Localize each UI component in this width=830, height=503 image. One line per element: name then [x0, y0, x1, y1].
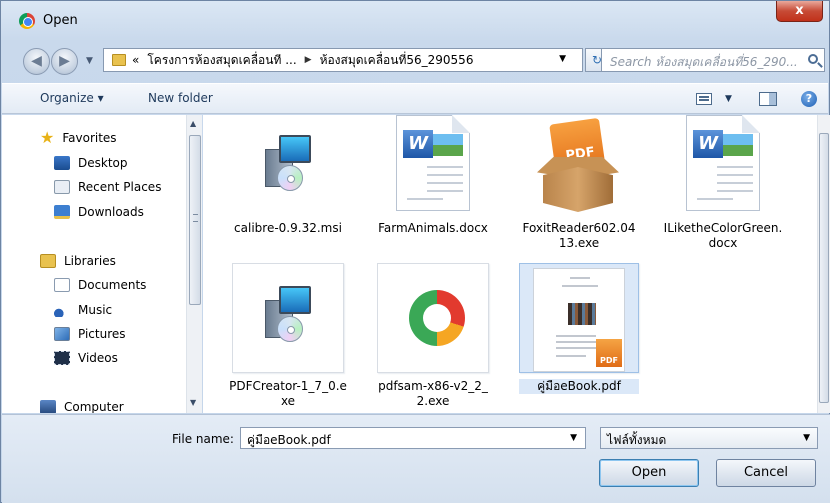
pictures-icon: [54, 327, 70, 341]
pdfsam-icon: [377, 263, 489, 373]
breadcrumb-parent[interactable]: โครงการห้องสมุดเคลื่อนที ...: [147, 51, 296, 70]
file-name: FarmAnimals.docx: [378, 221, 488, 235]
title-bar: Open x: [1, 1, 829, 39]
file-name: calibre-0.9.32.msi: [234, 221, 342, 235]
address-bar[interactable]: « โครงการห้องสมุดเคลื่อนที ... ▶ ห้องสมุ…: [103, 48, 583, 72]
open-button[interactable]: Open: [599, 459, 699, 487]
nav-videos[interactable]: Videos: [54, 351, 118, 365]
documents-icon: [54, 278, 70, 292]
file-list-scroll-thumb[interactable]: [819, 133, 829, 403]
nav-scrollbar[interactable]: ▲ ▼: [186, 115, 202, 413]
foxit-icon: [519, 115, 639, 215]
word-document-icon: W: [378, 115, 488, 215]
file-name: PDFCreator-1_7_0.exe: [229, 379, 347, 408]
music-icon: [54, 303, 70, 317]
open-dialog: Open x ◀ ▶ ▼ « โครงการห้องสมุดเคลื่อนที …: [0, 0, 830, 503]
navigation-pane: ★ Favorites Desktop Recent Places Downlo…: [2, 115, 202, 413]
folder-icon: [112, 54, 126, 66]
scroll-up-icon[interactable]: ▲: [190, 119, 196, 128]
help-icon[interactable]: ?: [801, 91, 817, 107]
libraries-icon: [40, 254, 56, 268]
file-name-label: File name:: [172, 432, 234, 446]
nav-recent-places[interactable]: Recent Places: [54, 180, 161, 194]
videos-icon: [54, 351, 70, 365]
nav-documents[interactable]: Documents: [54, 278, 146, 292]
organize-button[interactable]: Organize ▾: [40, 91, 104, 105]
window-title: Open: [43, 13, 78, 28]
file-name: คู่มือeBook.pdf: [519, 379, 639, 394]
installer-icon: [232, 263, 344, 373]
file-item[interactable]: PDFCreator-1_7_0.exe: [228, 263, 348, 409]
file-name-value: คู่มือeBook.pdf: [247, 433, 331, 447]
downloads-icon: [54, 205, 70, 219]
nav-desktop[interactable]: Desktop: [54, 156, 128, 170]
breadcrumb-overflow[interactable]: «: [132, 53, 139, 67]
nav-pictures[interactable]: Pictures: [54, 327, 126, 341]
recent-locations-dropdown[interactable]: ▼: [86, 56, 93, 66]
nav-music[interactable]: Music: [54, 303, 112, 317]
file-name-input[interactable]: คู่มือeBook.pdf ▼: [240, 427, 586, 449]
search-icon[interactable]: [808, 54, 818, 64]
file-item[interactable]: pdfsam-x86-v2_2_2.exe: [373, 263, 493, 409]
file-item[interactable]: calibre-0.9.32.msi: [228, 115, 348, 236]
nav-computer[interactable]: Computer: [40, 400, 124, 413]
nav-scroll-thumb[interactable]: [189, 135, 201, 305]
file-name: FoxitReader602.0413.exe: [522, 221, 636, 250]
file-item[interactable]: W FarmAnimals.docx: [373, 115, 493, 236]
file-list-scrollbar[interactable]: [817, 115, 830, 413]
star-icon: ★: [40, 128, 55, 147]
chrome-icon: [19, 13, 35, 29]
file-name: ILiketheColorGreen.docx: [663, 221, 783, 250]
file-type-select[interactable]: ไฟล์ทั้งหมด ▼: [600, 427, 818, 449]
preview-pane-icon[interactable]: [759, 92, 777, 106]
file-item-selected[interactable]: PDF คู่มือeBook.pdf: [519, 263, 639, 394]
cancel-button[interactable]: Cancel: [716, 459, 816, 487]
search-placeholder: Search ห้องสมุดเคลื่อนที่56_290...: [610, 55, 798, 69]
search-input[interactable]: Search ห้องสมุดเคลื่อนที่56_290...: [601, 48, 825, 72]
installer-icon: [233, 115, 343, 215]
view-options-dropdown[interactable]: ▼: [725, 94, 732, 104]
desktop-icon: [54, 156, 70, 170]
chevron-down-icon[interactable]: ▼: [559, 54, 566, 64]
word-document-icon: W: [668, 115, 778, 215]
chevron-right-icon[interactable]: ▶: [305, 55, 312, 65]
back-button[interactable]: ◀: [23, 48, 50, 75]
scroll-down-icon[interactable]: ▼: [190, 398, 196, 407]
file-list: calibre-0.9.32.msi W FarmAnimals.docx Fo…: [203, 115, 817, 413]
change-view-icon[interactable]: [696, 93, 712, 105]
file-type-value: ไฟล์ทั้งหมด: [607, 433, 667, 447]
file-item[interactable]: FoxitReader602.0413.exe: [519, 115, 639, 251]
forward-button[interactable]: ▶: [51, 48, 78, 75]
file-name: pdfsam-x86-v2_2_2.exe: [378, 379, 488, 408]
pdf-thumbnail-icon: PDF: [519, 263, 639, 373]
file-item[interactable]: W ILiketheColorGreen.docx: [663, 115, 783, 251]
recent-places-icon: [54, 180, 70, 194]
nav-libraries[interactable]: Libraries: [40, 254, 116, 268]
new-folder-button[interactable]: New folder: [148, 91, 213, 105]
dialog-footer: File name: คู่มือeBook.pdf ▼ ไฟล์ทั้งหมด…: [2, 414, 830, 503]
close-button[interactable]: x: [776, 1, 823, 22]
command-bar: Organize ▾ New folder ▼ ?: [2, 83, 828, 114]
nav-favorites[interactable]: ★ Favorites: [40, 128, 117, 147]
chevron-down-icon[interactable]: ▼: [803, 433, 810, 443]
nav-downloads[interactable]: Downloads: [54, 205, 144, 219]
chevron-down-icon[interactable]: ▼: [570, 433, 577, 443]
breadcrumb-current[interactable]: ห้องสมุดเคลื่อนที่56_290556: [320, 51, 474, 70]
computer-icon: [40, 400, 56, 413]
